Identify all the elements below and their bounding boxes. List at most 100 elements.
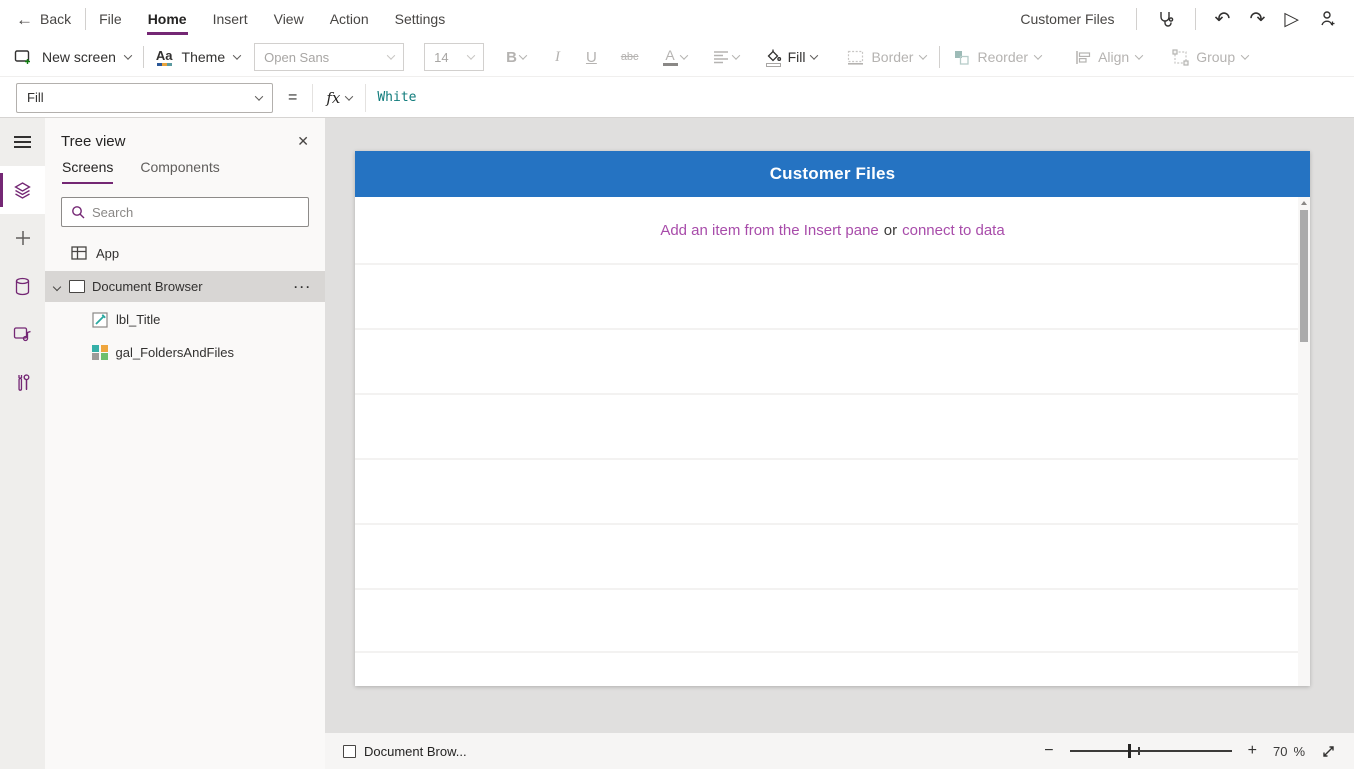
group-icon (1172, 48, 1189, 66)
app-checker-stethoscope-icon[interactable] (1156, 9, 1176, 29)
tree-item-gal-foldersandfiles[interactable]: gal_FoldersAndFiles (45, 337, 325, 368)
new-screen-button[interactable]: New screen (14, 49, 133, 66)
database-icon (15, 277, 30, 295)
rail-hamburger-button[interactable] (0, 118, 45, 166)
more-options-icon[interactable]: ··· (294, 280, 312, 294)
reorder-button[interactable]: Reorder (953, 49, 1043, 66)
gallery-control-icon (92, 344, 108, 361)
font-size-select[interactable]: 14 (424, 43, 485, 71)
back-button[interactable]: ← Back (16, 11, 71, 28)
gallery-scrollbar[interactable] (1298, 197, 1310, 686)
chevron-down-icon (123, 51, 133, 60)
tab-screens[interactable]: Screens (62, 159, 114, 184)
layers-icon (14, 181, 31, 199)
equals-sign: = (288, 88, 298, 106)
share-person-add-icon[interactable] (1318, 9, 1338, 29)
bold-button[interactable]: B (506, 49, 528, 66)
menu-item-view[interactable]: View (261, 0, 317, 38)
text-align-button[interactable] (713, 50, 740, 64)
fill-label: Fill (787, 49, 806, 65)
theme-button[interactable]: Aa Theme (156, 49, 242, 66)
chevron-down-icon (466, 51, 476, 60)
insert-pane-link[interactable]: Add an item from the Insert pane (660, 222, 878, 239)
fill-button[interactable]: Fill (765, 48, 819, 67)
fx-dropdown[interactable]: fx (312, 83, 367, 112)
italic-button[interactable]: I (555, 49, 560, 66)
status-bar: Document Brow... − + 70 % (325, 733, 1354, 769)
tree-item-document-browser[interactable]: Document Browser ··· (45, 271, 325, 302)
fit-to-window-icon[interactable] (1321, 744, 1336, 759)
group-button[interactable]: Group (1172, 48, 1250, 66)
tree-item-label: Document Browser (92, 279, 203, 294)
menu-item-insert[interactable]: Insert (200, 0, 261, 38)
zoom-out-button[interactable]: − (1044, 742, 1053, 760)
connect-to-data-link[interactable]: connect to data (902, 222, 1005, 239)
tree-view-panel: Tree view ✕ Screens Components App (45, 118, 325, 769)
menu-divider (1135, 8, 1137, 30)
zoom-percent-sign: % (1293, 743, 1305, 759)
screen-icon (69, 280, 85, 293)
zoom-in-button[interactable]: + (1248, 742, 1257, 760)
chevron-down-icon (345, 91, 354, 101)
zoom-slider-track[interactable] (1069, 750, 1232, 752)
menu-item-action[interactable]: Action (317, 0, 382, 38)
scrollbar-up-icon[interactable] (1301, 201, 1307, 205)
font-color-button[interactable]: A (662, 48, 688, 66)
close-icon[interactable]: ✕ (297, 133, 309, 150)
search-input[interactable] (92, 204, 299, 220)
undo-icon[interactable]: ↶ (1215, 10, 1231, 29)
font-family-select[interactable]: Open Sans (254, 43, 405, 71)
strikethrough-button[interactable]: abc (621, 51, 639, 63)
content-region: Tree view ✕ Screens Components App (0, 118, 1354, 769)
tree-item-lbl-title[interactable]: lbl_Title (45, 304, 325, 335)
rail-advanced-tools-button[interactable] (0, 358, 45, 406)
chevron-down-icon[interactable] (52, 282, 62, 291)
menu-item-home[interactable]: Home (135, 0, 200, 38)
chevron-down-icon (232, 51, 242, 60)
tree-item-label: gal_FoldersAndFiles (115, 345, 235, 360)
tree-item-app[interactable]: App (45, 238, 325, 268)
gallery-row-separator (355, 458, 1298, 460)
scrollbar-thumb[interactable] (1300, 210, 1308, 342)
italic-icon: I (554, 48, 560, 65)
gallery-row-separator (355, 588, 1298, 590)
chevron-down-icon (386, 51, 396, 60)
align-button[interactable]: Align (1075, 49, 1144, 65)
rail-tree-view-button[interactable] (0, 166, 45, 214)
search-icon (72, 206, 85, 219)
zoom-slider[interactable] (1069, 743, 1232, 759)
hamburger-icon (14, 132, 31, 151)
preview-play-icon[interactable]: ▷ (1284, 10, 1299, 29)
plus-icon (15, 231, 30, 245)
reorder-icon (955, 50, 970, 65)
underline-icon: U (585, 48, 597, 66)
border-label: Border (871, 49, 914, 65)
zoom-slider-thumb[interactable] (1127, 744, 1132, 758)
ribbon-toolbar: New screen Aa Theme Open Sans 14 B I U a… (0, 38, 1354, 77)
redo-icon[interactable]: ↷ (1249, 10, 1265, 29)
rail-insert-button[interactable] (0, 214, 45, 262)
underline-button[interactable]: U (586, 49, 597, 66)
align-icon (1076, 50, 1091, 64)
border-button[interactable]: Border (847, 49, 928, 65)
gallery-row-separator (355, 523, 1298, 525)
tree-search-box[interactable] (61, 197, 309, 227)
tools-icon (17, 373, 29, 391)
menu-item-file[interactable]: File (86, 0, 135, 38)
screen-artboard[interactable]: Customer Files Add an item from the Inse… (355, 151, 1310, 686)
tree-item-label: lbl_Title (116, 312, 161, 327)
formula-input[interactable] (366, 90, 1354, 105)
top-menu-bar: ← Back File Home Insert View Action Sett… (0, 0, 1354, 38)
rail-data-button[interactable] (0, 262, 45, 310)
menu-item-settings[interactable]: Settings (382, 0, 459, 38)
menu-divider (1194, 8, 1196, 30)
screen-title-bar[interactable]: Customer Files (355, 151, 1310, 197)
rail-media-button[interactable] (0, 310, 45, 358)
tree-item-label: App (96, 245, 120, 261)
theme-label: Theme (181, 49, 226, 65)
property-select[interactable]: Fill (16, 82, 273, 113)
group-label: Group (1196, 49, 1236, 65)
tab-components[interactable]: Components (140, 159, 219, 184)
left-rail (0, 118, 45, 769)
screen-checkbox[interactable] (343, 744, 356, 758)
